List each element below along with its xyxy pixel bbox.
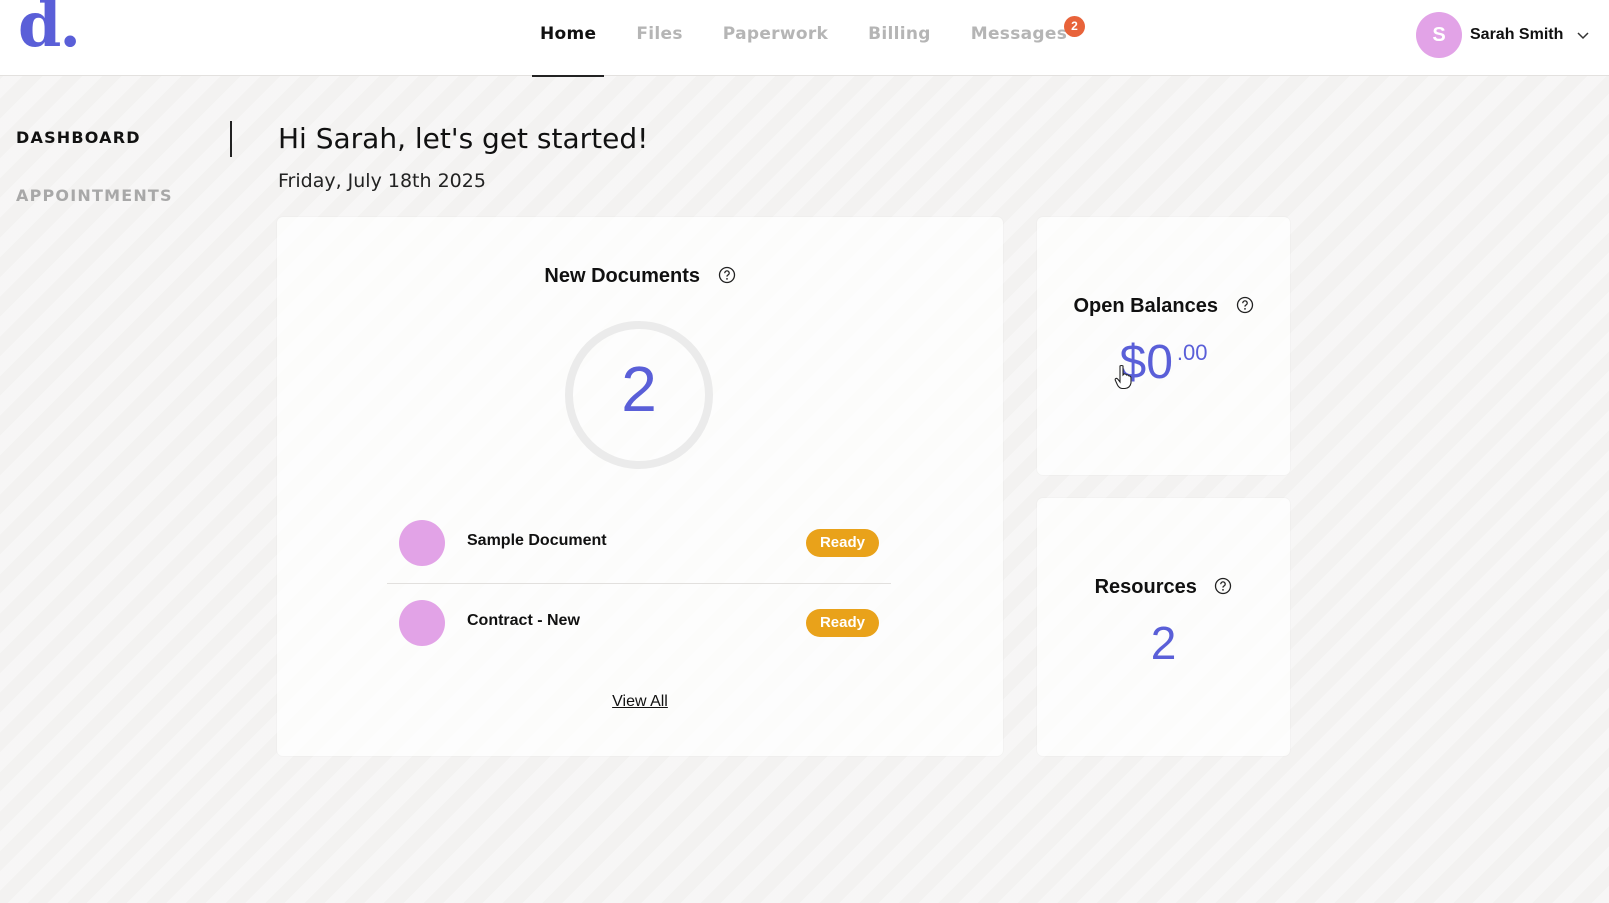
view-all-link[interactable]: View All — [277, 693, 1003, 711]
nav-tab-files[interactable]: Files — [626, 0, 692, 76]
card-title-row: Resources — [1037, 576, 1290, 599]
nav-tab-messages[interactable]: Messages 2 — [961, 0, 1086, 76]
hand-pointer-cursor-icon — [1114, 364, 1132, 390]
top-navigation-bar: d. Home Files Paperwork Billing Messages… — [0, 0, 1609, 77]
sidebar-divider — [230, 121, 232, 157]
nav-tab-paperwork[interactable]: Paperwork — [713, 0, 838, 76]
nav-tab-billing[interactable]: Billing — [858, 0, 941, 76]
page-title: Hi Sarah, let's get started! — [278, 122, 649, 155]
new-documents-count: 2 — [621, 353, 657, 425]
new-documents-card: New Documents 2 Sample Document Ready Co… — [277, 217, 1003, 756]
current-date: Friday, July 18th 2025 — [278, 170, 486, 192]
sidebar-item-appointments[interactable]: APPOINTMENTS — [16, 186, 173, 205]
status-badge: Ready — [805, 529, 879, 557]
card-title-row: Open Balances — [1037, 295, 1290, 318]
balance-cents: .00 — [1176, 340, 1208, 365]
card-title-row: New Documents — [277, 265, 1003, 288]
app-logo[interactable]: d. — [18, 0, 81, 56]
document-avatar — [399, 520, 445, 566]
document-name: Sample Document — [467, 532, 607, 549]
nav-tab-label: Messages — [970, 24, 1068, 44]
open-balances-title: Open Balances — [1073, 295, 1218, 317]
resources-card: Resources 2 — [1037, 498, 1290, 756]
open-balance-amount[interactable]: $0.00 — [1037, 335, 1290, 390]
nav-tab-label: Home — [540, 24, 597, 44]
document-name: Contract - New — [467, 612, 580, 629]
resources-count[interactable]: 2 — [1037, 616, 1290, 670]
question-circle-icon[interactable] — [718, 266, 736, 284]
main-nav: Home Files Paperwork Billing Messages 2 — [530, 0, 1097, 77]
list-item[interactable]: Sample Document Ready — [387, 503, 891, 583]
new-documents-title: New Documents — [544, 265, 701, 287]
nav-tab-home[interactable]: Home — [530, 0, 606, 77]
sidebar-item-dashboard[interactable]: DASHBOARD — [16, 128, 141, 147]
document-avatar — [399, 600, 445, 646]
list-item[interactable]: Contract - New Ready — [387, 583, 891, 663]
chevron-down-icon[interactable] — [1575, 27, 1591, 43]
nav-tab-label: Files — [636, 24, 683, 44]
question-circle-icon[interactable] — [1214, 577, 1232, 595]
user-name: Sarah Smith — [1470, 26, 1564, 43]
resources-title: Resources — [1094, 576, 1197, 598]
new-documents-count-ring: 2 — [565, 321, 713, 469]
user-menu[interactable]: S Sarah Smith — [1416, 12, 1591, 58]
nav-tab-label: Billing — [868, 24, 931, 44]
question-circle-icon[interactable] — [1236, 296, 1254, 314]
nav-tab-label: Paperwork — [722, 24, 829, 44]
messages-count-badge: 2 — [1064, 16, 1086, 37]
status-badge: Ready — [805, 609, 879, 637]
avatar: S — [1416, 12, 1462, 58]
open-balances-card: Open Balances $0.00 — [1037, 217, 1290, 475]
